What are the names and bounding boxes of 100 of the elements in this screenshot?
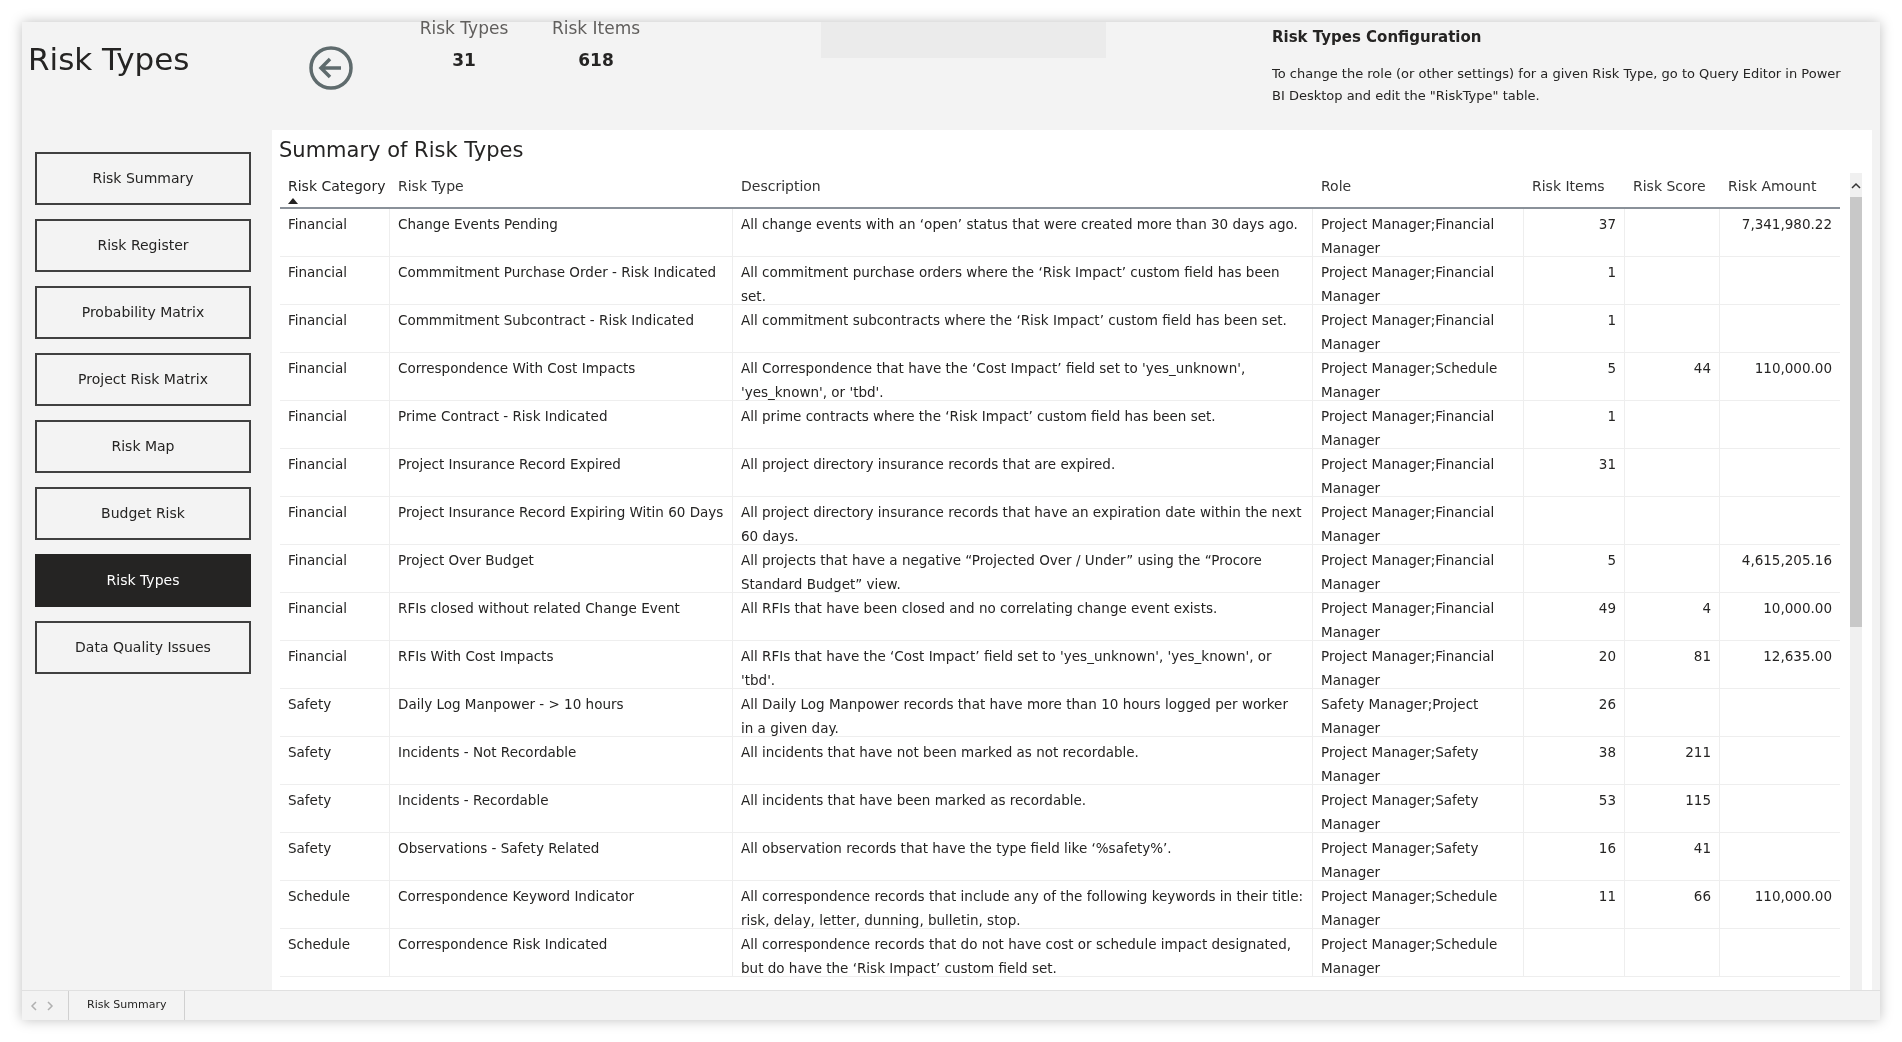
table-cell: 110,000.00 [1754, 887, 1832, 904]
table-cell: Commmitment Purchase Order - Risk Indicated [398, 263, 717, 280]
table-cell: Schedule [288, 887, 351, 904]
table-cell: Project Manager;Financial Manager [1321, 263, 1495, 304]
previous-page-icon[interactable] [30, 1000, 38, 1011]
table-cell: Prime Contract - Risk Indicated [398, 407, 608, 424]
table-cell: Safety Manager;Project Manager [1321, 695, 1479, 736]
table-cell: All correspondence records that do not have cost or schedule impact designated, but do have the ‘Risk Impact’ custom field set. [741, 935, 1291, 976]
column-header[interactable]: Risk Category [288, 175, 386, 197]
table-cell: 211 [1685, 743, 1711, 760]
table-cell: RFIs With Cost Impacts [398, 647, 554, 664]
table-cell: All project directory insurance records that have an expiration date within the next 60 days. [741, 503, 1302, 544]
table-cell: Financial [288, 407, 348, 424]
page-title: Risk Types [28, 40, 191, 79]
column-header[interactable]: Risk Type [398, 175, 464, 197]
table-cell: Project Manager;Financial Manager [1321, 455, 1495, 496]
table-cell: RFIs closed without related Change Event [398, 599, 680, 616]
table-cell: 1 [1607, 263, 1616, 280]
column-header[interactable]: Risk Amount [1728, 175, 1817, 197]
table-cell: Incidents - Recordable [398, 791, 549, 808]
table-cell: All correspondence records that include any of the following keywords in their title: risk, delay, letter, dunning, bulletin, stop. [741, 887, 1304, 928]
table-cell: All project directory insurance records that are expired. [741, 455, 1116, 472]
table-cell: All RFIs that have the ‘Cost Impact’ field set to 'yes_unknown', 'yes_known', or 'tbd'. [741, 647, 1272, 688]
table-cell: Project Insurance Record Expired [398, 455, 621, 472]
table-cell: Daily Log Manpower - > 10 hours [398, 695, 624, 712]
table-cell: 115 [1685, 791, 1711, 808]
kpi-label: Risk Types [419, 17, 509, 40]
table-cell: Project Manager;Safety Manager [1321, 839, 1479, 880]
table-cell: Project Manager;Schedule Manager [1321, 359, 1498, 400]
nav-button[interactable]: Data Quality Issues [35, 621, 251, 674]
table-cell: 53 [1598, 791, 1616, 808]
table-cell: Safety [288, 791, 332, 808]
nav-button[interactable]: Risk Map [35, 420, 251, 473]
table-cell: All Correspondence that have the ‘Cost Impact’ field set to 'yes_unknown', 'yes_known', or 'tbd'. [741, 359, 1246, 400]
table-cell: 7,341,980.22 [1741, 215, 1832, 232]
config-title: Risk Types Configuration [1272, 27, 1483, 48]
table-cell: Correspondence Risk Indicated [398, 935, 608, 952]
table-cell: Project Manager;Financial Manager [1321, 599, 1495, 640]
table-cell: 1 [1607, 407, 1616, 424]
column-header[interactable]: Risk Items [1532, 175, 1605, 197]
scrollbar-thumb[interactable] [1850, 196, 1862, 627]
table-cell: Safety [288, 695, 332, 712]
nav-button[interactable]: Probability Matrix [35, 286, 251, 339]
nav-button[interactable]: Risk Register [35, 219, 251, 272]
table-cell: Safety [288, 839, 332, 856]
table-cell: All change events with an ‘open’ status that were created more than 30 days ago. [741, 215, 1298, 232]
table-cell: Project Manager;Financial Manager [1321, 215, 1495, 256]
table-cell: All incidents that have not been marked as not recordable. [741, 743, 1139, 760]
table-cell: Financial [288, 215, 348, 232]
table-cell: Incidents - Not Recordable [398, 743, 577, 760]
table-cell: Financial [288, 599, 348, 616]
table-cell: 4 [1702, 599, 1711, 616]
table-cell: 49 [1598, 599, 1616, 616]
table-cell: All observation records that have the type field like ‘%safety%’. [741, 839, 1172, 856]
table-cell: Project Insurance Record Expiring Witin 60 Days [398, 503, 724, 520]
table-cell: 11 [1598, 887, 1616, 904]
table-cell: 110,000.00 [1754, 359, 1832, 376]
table-cell: All commitment subcontracts where the ‘Risk Impact’ custom field has been set. [741, 311, 1287, 328]
table-cell: 38 [1598, 743, 1616, 760]
nav-button[interactable]: Budget Risk [35, 487, 251, 540]
table-cell: Financial [288, 503, 348, 520]
table-cell: Schedule [288, 935, 351, 952]
table-cell: 5 [1607, 551, 1616, 568]
table-cell: Project Manager;Safety Manager [1321, 791, 1479, 832]
column-header[interactable]: Risk Score [1633, 175, 1706, 197]
table-cell: Observations - Safety Related [398, 839, 600, 856]
table-cell: Correspondence With Cost Impacts [398, 359, 636, 376]
table-cell: Financial [288, 311, 348, 328]
table-cell: 5 [1607, 359, 1616, 376]
table-cell: 1 [1607, 311, 1616, 328]
nav-button[interactable]: Risk Summary [35, 152, 251, 205]
page-tab[interactable]: Risk Summary [68, 991, 186, 1020]
table-cell: All incidents that have been marked as recordable. [741, 791, 1087, 808]
next-page-icon[interactable] [46, 1000, 54, 1011]
table-cell: All Daily Log Manpower records that have more than 10 hours logged per worker in a given day. [741, 695, 1288, 736]
column-header[interactable]: Role [1321, 175, 1352, 197]
table-cell: Project Manager;Financial Manager [1321, 311, 1495, 352]
table-cell: 44 [1693, 359, 1711, 376]
table-cell: Commmitment Subcontract - Risk Indicated [398, 311, 694, 328]
table-cell: All projects that have a negative “Projected Over / Under” using the “Procore Standard Budget” view. [741, 551, 1262, 592]
kpi-value: 31 [452, 48, 476, 72]
nav-button[interactable]: Risk Types [35, 554, 251, 607]
table-cell: Project Manager;Schedule Manager [1321, 935, 1498, 976]
kpi-label: Risk Items [551, 17, 641, 40]
table-cell: All commitment purchase orders where the ‘Risk Impact’ custom field has been set. [741, 263, 1280, 304]
table-cell: Financial [288, 455, 348, 472]
table-cell: 10,000.00 [1763, 599, 1832, 616]
table-cell: Financial [288, 551, 348, 568]
nav-button[interactable]: Project Risk Matrix [35, 353, 251, 406]
table-cell: Project Manager;Financial Manager [1321, 647, 1495, 688]
column-header[interactable]: Description [741, 175, 821, 197]
table-cell: Project Manager;Financial Manager [1321, 407, 1495, 448]
table-cell: 66 [1693, 887, 1711, 904]
table-cell: 31 [1598, 455, 1616, 472]
table-cell: 12,635.00 [1763, 647, 1832, 664]
table-cell: 16 [1598, 839, 1616, 856]
table-cell: Financial [288, 263, 348, 280]
table-cell: Project Over Budget [398, 551, 534, 568]
table-cell: Financial [288, 647, 348, 664]
kpi-value: 618 [578, 48, 614, 72]
